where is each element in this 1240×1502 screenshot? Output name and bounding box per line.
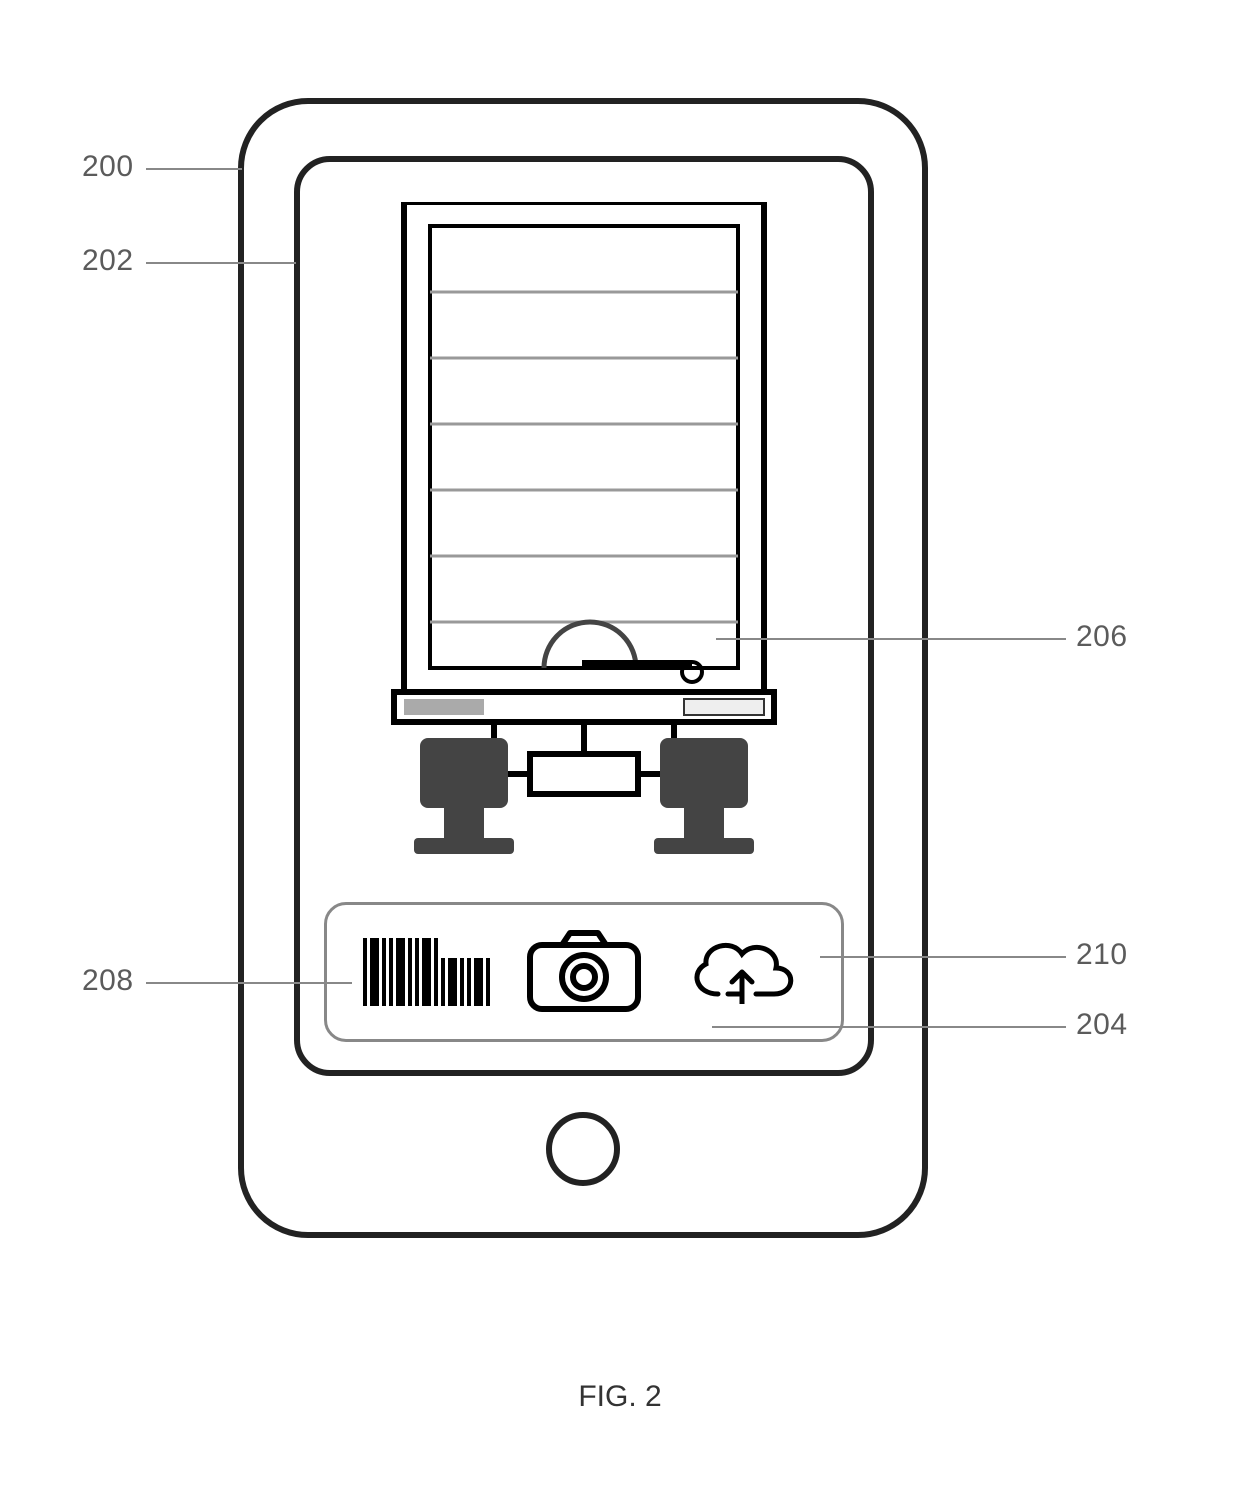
callout-label-200: 200 (82, 150, 134, 184)
callout-label-202: 202 (82, 244, 134, 278)
callout-line-206 (716, 638, 1066, 640)
callout-line-200 (146, 168, 242, 170)
callout-label-208: 208 (82, 964, 134, 998)
camera-capture-button[interactable] (524, 922, 644, 1022)
barcode-scan-button[interactable] (366, 922, 486, 1022)
home-button[interactable] (546, 1112, 620, 1186)
callout-label-204: 204 (1076, 1008, 1128, 1042)
camera-icon (524, 929, 644, 1015)
mobile-device (238, 98, 928, 1238)
figure-canvas: 200 202 208 206 210 204 FIG. 2 (0, 0, 1240, 1502)
cloud-upload-icon (682, 932, 802, 1012)
callout-line-204 (712, 1026, 1066, 1028)
truck-illustration (374, 202, 794, 862)
callout-line-210 (820, 956, 1066, 958)
callout-label-210: 210 (1076, 938, 1128, 972)
device-screen (294, 156, 874, 1076)
callout-line-202 (146, 262, 296, 264)
callout-line-208 (146, 982, 352, 984)
barcode-icon (363, 938, 490, 1006)
action-toolbar (324, 902, 844, 1042)
cloud-upload-button[interactable] (682, 922, 802, 1022)
callout-label-206: 206 (1076, 620, 1128, 654)
camera-viewport (324, 190, 844, 880)
figure-caption: FIG. 2 (578, 1380, 661, 1414)
